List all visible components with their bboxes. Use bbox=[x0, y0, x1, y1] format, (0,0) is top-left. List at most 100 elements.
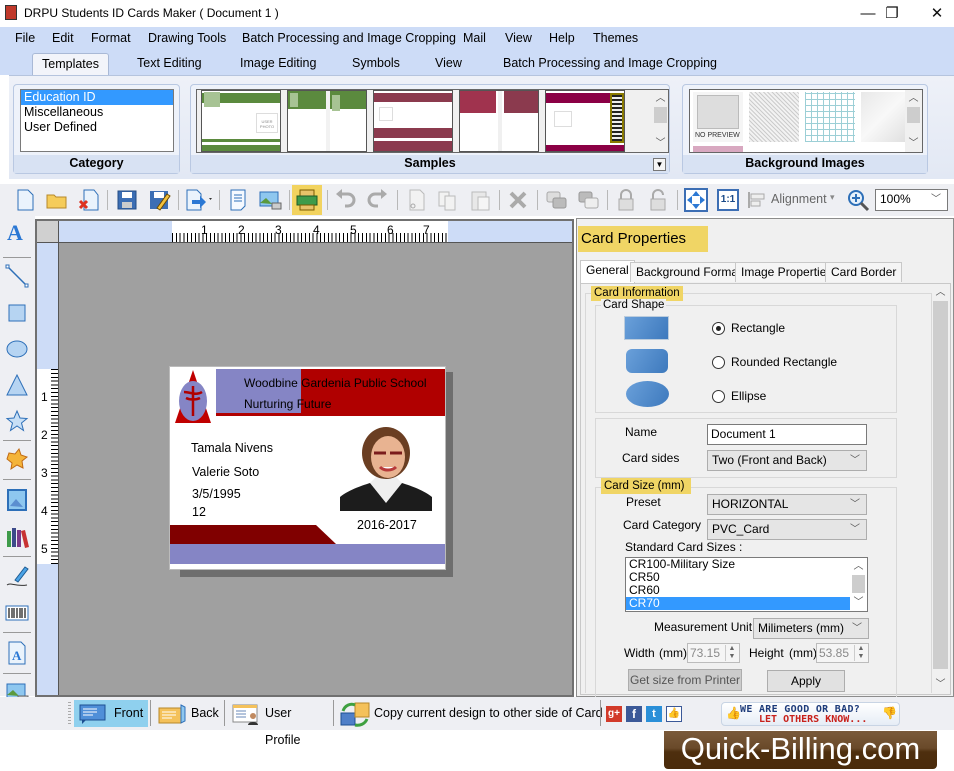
cut-icon[interactable] bbox=[404, 188, 428, 212]
copy-design-button[interactable]: Copy current design to other side of Car… bbox=[339, 700, 603, 727]
sizes-scrollbar[interactable]: ︿ ﹀ bbox=[850, 558, 867, 611]
library-icon[interactable] bbox=[5, 525, 29, 549]
tab-templates[interactable]: Templates bbox=[32, 53, 109, 75]
tab-view[interactable]: View bbox=[435, 56, 462, 70]
tab-symbols[interactable]: Symbols bbox=[352, 56, 400, 70]
name-input[interactable]: Document 1 bbox=[707, 424, 867, 445]
tab-card-border[interactable]: Card Border bbox=[825, 262, 903, 282]
bring-front-icon[interactable] bbox=[545, 188, 569, 212]
sample-thumb-1[interactable]: USER PHOTO bbox=[201, 90, 281, 152]
restore-button[interactable]: ❐ bbox=[869, 0, 915, 27]
alignment-chevron-icon[interactable]: ▾ bbox=[830, 192, 835, 203]
unlock-icon[interactable] bbox=[646, 188, 670, 212]
signature-tool-icon[interactable] bbox=[5, 565, 29, 589]
paste-icon[interactable] bbox=[468, 188, 492, 212]
menu-format[interactable]: Format bbox=[91, 31, 131, 45]
triangle-tool-icon[interactable] bbox=[5, 373, 29, 397]
line-tool-icon[interactable] bbox=[5, 264, 29, 288]
samples-expand-icon[interactable]: ▼ bbox=[653, 158, 666, 171]
alignment-icon[interactable] bbox=[746, 188, 766, 212]
image-icon[interactable] bbox=[258, 188, 282, 212]
scroll-down-icon[interactable]: ﹀ bbox=[652, 135, 668, 152]
menu-drawing-tools[interactable]: Drawing Tools bbox=[148, 31, 226, 45]
scroll-down-icon[interactable]: ﹀ bbox=[905, 135, 922, 152]
card-category-select[interactable]: PVC_Card ﹀ bbox=[707, 519, 867, 540]
menu-edit[interactable]: Edit bbox=[52, 31, 74, 45]
google-plus-icon[interactable]: g+ bbox=[606, 706, 622, 722]
id-card-front[interactable]: Woodbine Gardenia Public School Nurturin… bbox=[169, 366, 446, 570]
bg-thumb-no-preview[interactable]: NO PREVIEW bbox=[693, 92, 743, 142]
send-back-icon[interactable] bbox=[577, 188, 601, 212]
menu-view[interactable]: View bbox=[505, 31, 532, 45]
close-document-icon[interactable] bbox=[77, 188, 101, 212]
rectangle-tool-icon[interactable] bbox=[5, 301, 29, 325]
rectangle-label[interactable]: Rectangle bbox=[731, 321, 785, 335]
menu-help[interactable]: Help bbox=[549, 31, 575, 45]
text-tool-icon[interactable]: A bbox=[7, 220, 23, 246]
facebook-icon[interactable]: f bbox=[626, 706, 642, 722]
twitter-icon[interactable]: t bbox=[646, 706, 662, 722]
bg-thumb-diamond[interactable] bbox=[861, 92, 905, 142]
menu-themes[interactable]: Themes bbox=[593, 31, 638, 45]
feedback-button[interactable]: 👍 WE ARE GOOD OR BAD? LET OTHERS KNOW...… bbox=[721, 702, 900, 726]
export-icon[interactable] bbox=[184, 188, 214, 212]
tab-text-editing[interactable]: Text Editing bbox=[137, 56, 202, 70]
preset-select[interactable]: HORIZONTAL ﹀ bbox=[707, 494, 867, 515]
tab-batch-processing[interactable]: Batch Processing and Image Cropping bbox=[503, 56, 717, 70]
category-list[interactable]: Education ID Miscellaneous User Defined bbox=[20, 89, 174, 152]
watermark-tool-icon[interactable]: A bbox=[5, 641, 29, 665]
zoom-in-icon[interactable] bbox=[846, 188, 870, 212]
scroll-up-icon[interactable]: ︿ bbox=[932, 284, 949, 301]
redo-icon[interactable] bbox=[366, 188, 390, 212]
card-class[interactable]: 12 bbox=[192, 505, 206, 519]
card-tagline[interactable]: Nurturing Future bbox=[244, 397, 331, 411]
picture-tool-icon[interactable] bbox=[5, 488, 29, 512]
back-button[interactable]: Back bbox=[156, 700, 222, 727]
open-folder-icon[interactable] bbox=[45, 188, 69, 212]
card-dob[interactable]: 3/5/1995 bbox=[192, 487, 241, 501]
close-button[interactable]: ✕ bbox=[914, 0, 954, 27]
sample-thumb-2[interactable] bbox=[287, 90, 367, 152]
ellipse-radio[interactable] bbox=[712, 390, 725, 403]
size-item-cr70[interactable]: CR70 bbox=[626, 597, 850, 610]
like-icon[interactable]: 👍 bbox=[666, 706, 682, 722]
menu-batch-processing[interactable]: Batch Processing and Image Cropping bbox=[242, 31, 456, 45]
ellipse-shape-icon[interactable] bbox=[626, 381, 669, 407]
fit-to-window-icon[interactable] bbox=[684, 188, 708, 212]
rectangle-radio[interactable] bbox=[712, 322, 725, 335]
measurement-unit-select[interactable]: Milimeters (mm) ﹀ bbox=[753, 618, 869, 639]
bg-thumb-texture[interactable] bbox=[749, 92, 799, 142]
properties-icon[interactable] bbox=[226, 188, 250, 212]
height-spinner[interactable]: 53.85 ▲ ▼ bbox=[816, 643, 869, 663]
sample-thumb-4[interactable] bbox=[459, 90, 539, 152]
zoom-select[interactable]: 100% ﹀ bbox=[875, 189, 948, 211]
card-sides-select[interactable]: Two (Front and Back) ﹀ bbox=[707, 450, 867, 471]
sample-thumb-5[interactable] bbox=[545, 90, 625, 152]
tab-general[interactable]: General bbox=[580, 260, 635, 283]
rectangle-shape-icon[interactable] bbox=[624, 316, 669, 340]
category-item-miscellaneous[interactable]: Miscellaneous bbox=[21, 105, 173, 120]
print-icon[interactable] bbox=[295, 188, 319, 212]
card-student-name[interactable]: Tamala Nivens bbox=[191, 441, 273, 455]
background-scrollbar[interactable]: ︿ ﹀ bbox=[905, 90, 922, 152]
user-profile-button[interactable]: User Profile bbox=[230, 700, 330, 747]
star-tool-icon[interactable] bbox=[5, 409, 29, 433]
tab-image-properties[interactable]: Image Properties bbox=[735, 262, 839, 282]
copy-icon[interactable] bbox=[436, 188, 460, 212]
card-school-name[interactable]: Woodbine Gardenia Public School bbox=[244, 376, 427, 390]
get-size-from-printer-button[interactable]: Get size from Printer bbox=[628, 669, 742, 691]
category-item-education-id[interactable]: Education ID bbox=[21, 90, 173, 105]
category-item-user-defined[interactable]: User Defined bbox=[21, 120, 173, 135]
menu-file[interactable]: File bbox=[15, 31, 35, 45]
delete-icon[interactable] bbox=[506, 188, 530, 212]
front-button[interactable]: Front bbox=[74, 700, 148, 727]
symbol-tool-icon[interactable] bbox=[5, 447, 29, 471]
standard-sizes-list[interactable]: CR100-Military Size CR50 CR60 CR70 ︿ ﹀ bbox=[625, 557, 868, 612]
scroll-up-icon[interactable]: ︿ bbox=[652, 90, 668, 107]
rounded-rectangle-label[interactable]: Rounded Rectangle bbox=[731, 355, 837, 369]
properties-scrollbar[interactable]: ︿ ﹀ bbox=[932, 284, 949, 694]
new-document-icon[interactable] bbox=[13, 188, 37, 212]
save-icon[interactable] bbox=[115, 188, 139, 212]
samples-scrollbar[interactable]: ︿ ﹀ bbox=[652, 90, 668, 152]
ellipse-label[interactable]: Ellipse bbox=[731, 389, 766, 403]
